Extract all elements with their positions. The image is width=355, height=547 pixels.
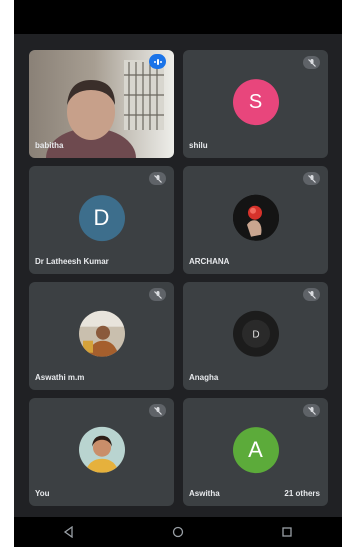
mic-off-icon <box>149 172 166 185</box>
avatar: D <box>78 195 125 242</box>
participant-tile-dr-latheesh-kumar[interactable]: D Dr Latheesh Kumar <box>29 166 174 274</box>
avatar: A <box>232 427 279 474</box>
participant-tile-you[interactable]: You <box>29 398 174 506</box>
participant-tile-anagha[interactable]: D Anagha <box>183 282 328 390</box>
participant-name: Aswathi m.m <box>35 373 85 382</box>
home-circle-icon[interactable] <box>148 526 208 538</box>
svg-text:D: D <box>252 330 259 341</box>
status-bar <box>14 0 342 34</box>
recents-square-icon[interactable] <box>257 526 317 538</box>
avatar: S <box>232 79 279 126</box>
participant-tile-babitha[interactable]: babitha <box>29 50 174 158</box>
participant-photo <box>78 426 125 473</box>
mic-off-icon <box>149 404 166 417</box>
participant-name: shilu <box>189 141 208 150</box>
audio-level-icon <box>149 54 166 69</box>
meeting-screen: babitha S shilu D Dr Latheesh Kumar ARCH… <box>14 0 342 547</box>
mic-off-icon <box>149 288 166 301</box>
mic-off-icon <box>303 288 320 301</box>
mic-off-icon <box>303 172 320 185</box>
participant-photo <box>78 310 125 357</box>
participant-name: ARCHANA <box>189 257 230 266</box>
participant-tile-aswathi[interactable]: Aswathi m.m <box>29 282 174 390</box>
participant-tile-shilu[interactable]: S shilu <box>183 50 328 158</box>
participant-name: Dr Latheesh Kumar <box>35 257 109 266</box>
participant-photo: D <box>232 310 279 357</box>
participant-name: babitha <box>35 141 64 150</box>
participant-photo <box>232 194 279 241</box>
participant-name: You <box>35 489 50 498</box>
participant-name: Anagha <box>189 373 219 382</box>
participant-tile-aswitha[interactable]: A Aswitha 21 others <box>183 398 328 506</box>
mic-off-icon <box>303 56 320 69</box>
others-count[interactable]: 21 others <box>284 489 320 498</box>
back-triangle-icon[interactable] <box>39 526 99 538</box>
participant-name: Aswitha <box>189 489 220 498</box>
participant-tile-archana[interactable]: ARCHANA <box>183 166 328 274</box>
mic-off-icon <box>303 404 320 417</box>
android-nav-bar <box>14 517 342 547</box>
